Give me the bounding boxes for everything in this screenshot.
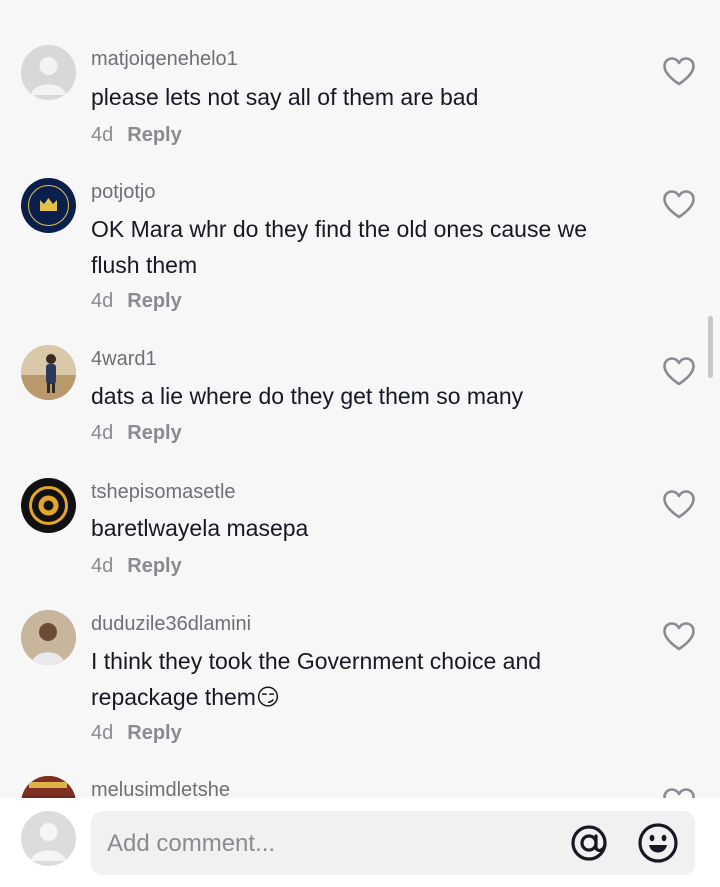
- reply-button[interactable]: Reply: [127, 290, 181, 312]
- comment-composer: [0, 798, 720, 887]
- comment-username[interactable]: potjotjo: [91, 181, 156, 204]
- club-logo-avatar[interactable]: [21, 478, 76, 533]
- add-comment-input[interactable]: [105, 811, 549, 877]
- comment-age: 4d: [91, 290, 114, 312]
- comment-age: 4d: [91, 555, 114, 577]
- like-heart-icon[interactable]: [662, 189, 696, 221]
- like-heart-icon[interactable]: [662, 489, 696, 521]
- like-heart-icon[interactable]: [662, 56, 696, 88]
- comment-text: please lets not say all of them are bad: [91, 84, 479, 110]
- comment-username[interactable]: tshepisomasetle: [91, 481, 236, 504]
- comment-age: 4d: [91, 124, 114, 146]
- comment-list: matjoiqenehelo1 please lets not say all …: [0, 0, 720, 798]
- reply-button[interactable]: Reply: [127, 722, 181, 744]
- like-heart-icon[interactable]: [662, 621, 696, 653]
- comment-meta: 4d Reply: [91, 555, 182, 578]
- like-heart-icon[interactable]: [662, 356, 696, 388]
- comment-input-box: [91, 811, 695, 877]
- smirk-emoji: 😏: [255, 684, 280, 710]
- comment-username[interactable]: duduzile36dlamini: [91, 613, 251, 636]
- comment-meta: 4d Reply: [91, 422, 182, 445]
- comment-age: 4d: [91, 422, 114, 444]
- user-photo-avatar[interactable]: [21, 776, 76, 798]
- default-avatar[interactable]: [21, 45, 76, 100]
- reply-button[interactable]: Reply: [127, 555, 181, 577]
- comment-meta: 4d Reply: [91, 124, 182, 147]
- comment-username[interactable]: melusimdletshe: [91, 779, 230, 798]
- user-photo-avatar[interactable]: [21, 610, 76, 665]
- comment-text-body: I think they took the Government choice …: [91, 648, 542, 710]
- comment-meta: 4d Reply: [91, 722, 182, 745]
- comment-text: I think they took the Government choice …: [91, 643, 631, 715]
- comment-meta: 4d Reply: [91, 290, 182, 313]
- user-photo-avatar[interactable]: [21, 345, 76, 400]
- scrollbar[interactable]: [708, 316, 713, 378]
- crown-badge-avatar[interactable]: [21, 178, 76, 233]
- emoji-icon[interactable]: [637, 822, 679, 864]
- comment-text: OK Mara whr do they find the old ones ca…: [91, 216, 588, 278]
- comment-age: 4d: [91, 722, 114, 744]
- like-heart-icon[interactable]: [662, 787, 696, 798]
- comment-username[interactable]: 4ward1: [91, 348, 157, 371]
- comment-text: dats a lie where do they get them so man…: [91, 383, 524, 409]
- reply-button[interactable]: Reply: [127, 422, 181, 444]
- comment-text: baretlwayela masepa: [91, 515, 309, 541]
- comment-username[interactable]: matjoiqenehelo1: [91, 48, 238, 71]
- at-icon[interactable]: [567, 823, 611, 863]
- my-avatar[interactable]: [21, 811, 76, 866]
- reply-button[interactable]: Reply: [127, 124, 181, 146]
